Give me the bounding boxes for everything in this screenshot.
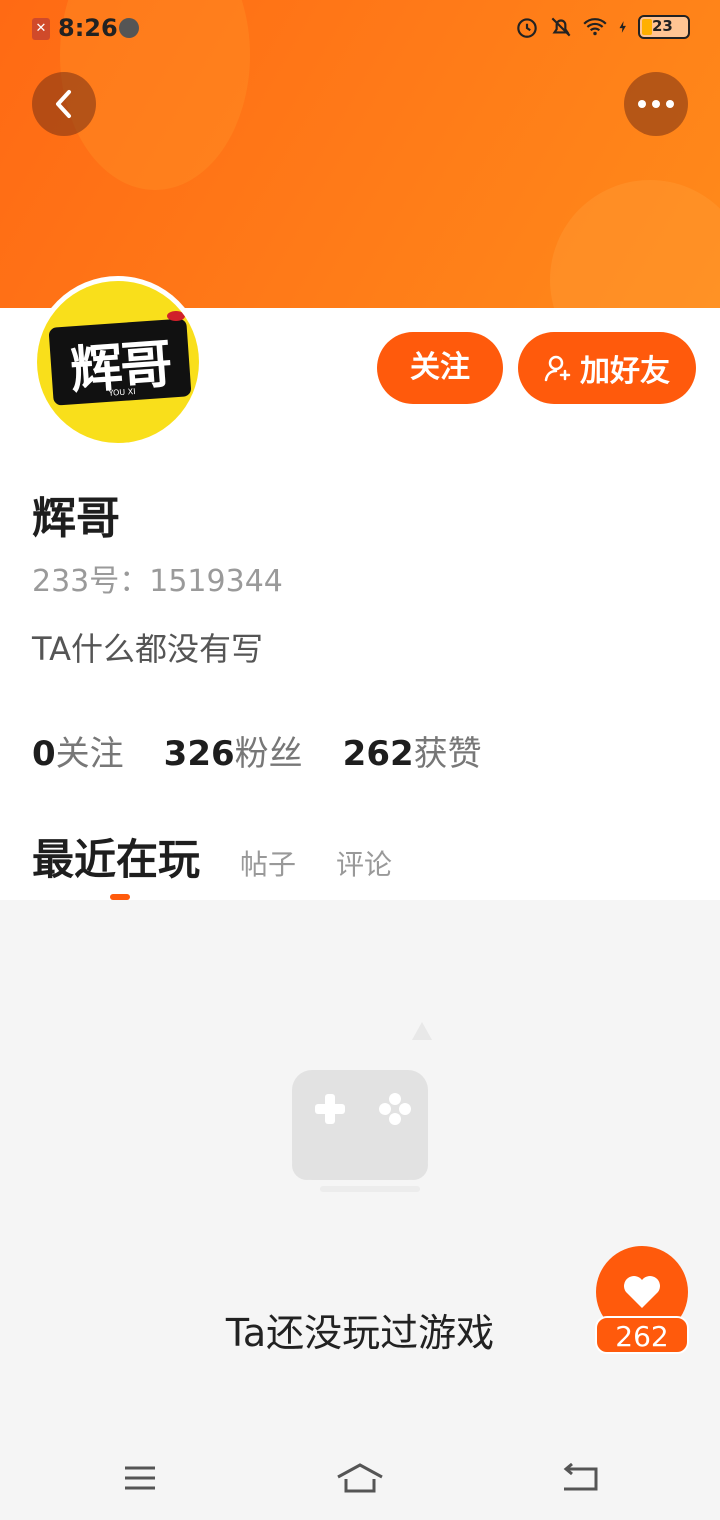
profile-stats: 0关注 326粉丝 262获赞 bbox=[32, 726, 482, 775]
home-icon bbox=[337, 1463, 383, 1493]
avatar-logo: 辉哥 YOU XI bbox=[48, 318, 192, 406]
menu-icon bbox=[125, 1466, 155, 1490]
tab-posts[interactable]: 帖子 bbox=[240, 843, 296, 883]
tab-recently-played[interactable]: 最近在玩 bbox=[32, 826, 200, 887]
menu-nav-button[interactable] bbox=[116, 1454, 164, 1502]
stat-likes[interactable]: 262获赞 bbox=[343, 726, 482, 775]
status-bar: ✕ 8:26 23 bbox=[0, 0, 720, 56]
recording-icon bbox=[119, 18, 139, 38]
battery-icon: 23 bbox=[638, 15, 690, 39]
banner-decoration bbox=[550, 180, 720, 308]
lips-icon bbox=[167, 311, 185, 321]
like-count-badge: 262 bbox=[595, 1316, 689, 1354]
chevron-left-icon bbox=[56, 90, 71, 118]
add-friend-label: 加好友 bbox=[580, 354, 670, 389]
battery-level: 23 bbox=[652, 17, 673, 35]
add-user-icon bbox=[544, 355, 571, 382]
charging-icon bbox=[619, 21, 626, 33]
profile-tabs: 最近在玩 帖子 评论 bbox=[32, 826, 392, 887]
add-friend-button[interactable]: 加好友 bbox=[518, 332, 696, 404]
profile-uid: 233号：1519344 bbox=[32, 564, 283, 599]
more-dots-icon bbox=[638, 100, 674, 108]
gamepad-icon bbox=[292, 1022, 432, 1192]
notification-app-icon: ✕ bbox=[32, 18, 50, 40]
wifi-icon bbox=[583, 18, 607, 36]
status-time: 8:26 bbox=[58, 14, 118, 42]
more-options-button[interactable] bbox=[624, 72, 688, 136]
status-icons: 23 bbox=[514, 14, 690, 40]
system-navigation-bar bbox=[0, 1436, 720, 1520]
profile-bio: TA什么都没有写 bbox=[32, 630, 263, 668]
stat-following[interactable]: 0关注 bbox=[32, 726, 124, 775]
tab-comments[interactable]: 评论 bbox=[336, 843, 392, 883]
mute-bell-icon bbox=[551, 17, 571, 37]
return-icon bbox=[563, 1463, 598, 1491]
follow-button[interactable]: 关注 bbox=[377, 332, 503, 404]
home-nav-button[interactable] bbox=[336, 1454, 384, 1502]
profile-name: 辉哥 bbox=[32, 493, 120, 544]
heart-icon bbox=[624, 1276, 660, 1308]
active-tab-indicator bbox=[110, 894, 130, 900]
back-nav-button[interactable] bbox=[556, 1454, 604, 1502]
avatar[interactable]: 辉哥 YOU XI bbox=[32, 276, 204, 448]
back-button[interactable] bbox=[32, 72, 96, 136]
stat-followers[interactable]: 326粉丝 bbox=[164, 726, 303, 775]
alarm-icon bbox=[517, 18, 537, 38]
